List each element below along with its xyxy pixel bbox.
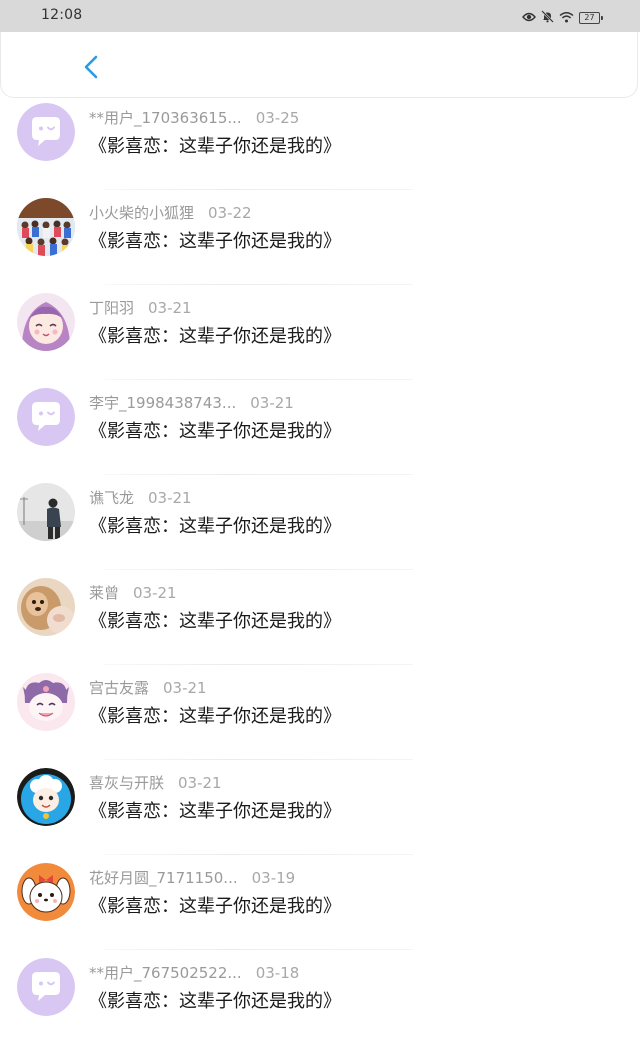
avatar[interactable] [17,103,75,161]
list-item[interactable]: 花好月圆_7171150... 03-19 《影喜恋：这辈子你还是我的》 [0,855,640,950]
avatar[interactable] [17,673,75,731]
list-item[interactable]: 小火柴的小狐狸 03-22 《影喜恋：这辈子你还是我的》 [0,190,640,285]
avatar[interactable] [17,293,75,351]
top-nav-bar [0,32,638,98]
comment-date: 03-18 [255,964,300,982]
comment-date: 03-21 [250,394,294,412]
avatar[interactable] [17,863,75,921]
comment-text: 《影喜恋：这辈子你还是我的》 [89,136,341,157]
list-item[interactable]: 李宇_1998438743... 03-21 《影喜恋：这辈子你还是我的》 [0,380,640,475]
status-bar: 12:08 27 [0,0,640,32]
list-item[interactable]: **用户_767502522... 03-18 《影喜恋：这辈子你还是我的》 [0,950,640,1045]
status-icons: 27 [522,8,603,27]
bell-off-icon [541,8,554,27]
username[interactable]: 莱曾 [89,584,119,602]
battery-icon: 27 [579,11,603,24]
list-item[interactable]: 宫古友露 03-21 《影喜恋：这辈子你还是我的》 [0,665,640,760]
avatar[interactable] [17,578,75,636]
avatar[interactable] [17,198,75,256]
comment-date: 03-19 [251,869,296,887]
back-button[interactable] [77,52,107,82]
comment-text: 《影喜恋：这辈子你还是我的》 [89,896,341,917]
list-item[interactable]: 谯飞龙 03-21 《影喜恋：这辈子你还是我的》 [0,475,640,570]
comment-text: 《影喜恋：这辈子你还是我的》 [89,801,341,822]
username[interactable]: **用户_170363615... [89,109,242,127]
list-item[interactable]: 莱曾 03-21 《影喜恋：这辈子你还是我的》 [0,570,640,665]
wifi-icon [559,8,574,27]
username[interactable]: **用户_767502522... [89,964,242,982]
comment-date: 03-21 [178,774,222,792]
comment-date: 03-25 [255,109,300,127]
username[interactable]: 喜灰与开朕 [89,774,164,792]
comment-list: **用户_170363615... 03-25 《影喜恋：这辈子你还是我的》 小… [0,95,640,1045]
avatar[interactable] [17,768,75,826]
username[interactable]: 丁阳羽 [89,299,134,317]
comment-date: 03-21 [133,584,177,602]
avatar[interactable] [17,958,75,1016]
comment-text: 《影喜恋：这辈子你还是我的》 [89,516,341,537]
eye-icon [522,8,536,27]
list-item[interactable]: 丁阳羽 03-21 《影喜恋：这辈子你还是我的》 [0,285,640,380]
avatar[interactable] [17,483,75,541]
comment-date: 03-22 [208,204,252,222]
list-item[interactable]: **用户_170363615... 03-25 《影喜恋：这辈子你还是我的》 [0,95,640,190]
username[interactable]: 宫古友露 [89,679,149,697]
comment-text: 《影喜恋：这辈子你还是我的》 [89,706,341,727]
comment-date: 03-21 [163,679,207,697]
avatar[interactable] [17,388,75,446]
comment-text: 《影喜恋：这辈子你还是我的》 [89,231,341,252]
username[interactable]: 谯飞龙 [89,489,134,507]
comment-text: 《影喜恋：这辈子你还是我的》 [89,991,341,1012]
comment-text: 《影喜恋：这辈子你还是我的》 [89,421,341,442]
comment-date: 03-21 [148,489,192,507]
comment-text: 《影喜恋：这辈子你还是我的》 [89,611,341,632]
status-time: 12:08 [41,7,83,23]
list-item[interactable]: 喜灰与开朕 03-21 《影喜恋：这辈子你还是我的》 [0,760,640,855]
chevron-left-icon [84,55,98,79]
username[interactable]: 李宇_1998438743... [89,394,236,412]
comment-date: 03-21 [148,299,192,317]
username[interactable]: 小火柴的小狐狸 [89,204,194,222]
username[interactable]: 花好月圆_7171150... [89,869,238,887]
comment-text: 《影喜恋：这辈子你还是我的》 [89,326,341,347]
